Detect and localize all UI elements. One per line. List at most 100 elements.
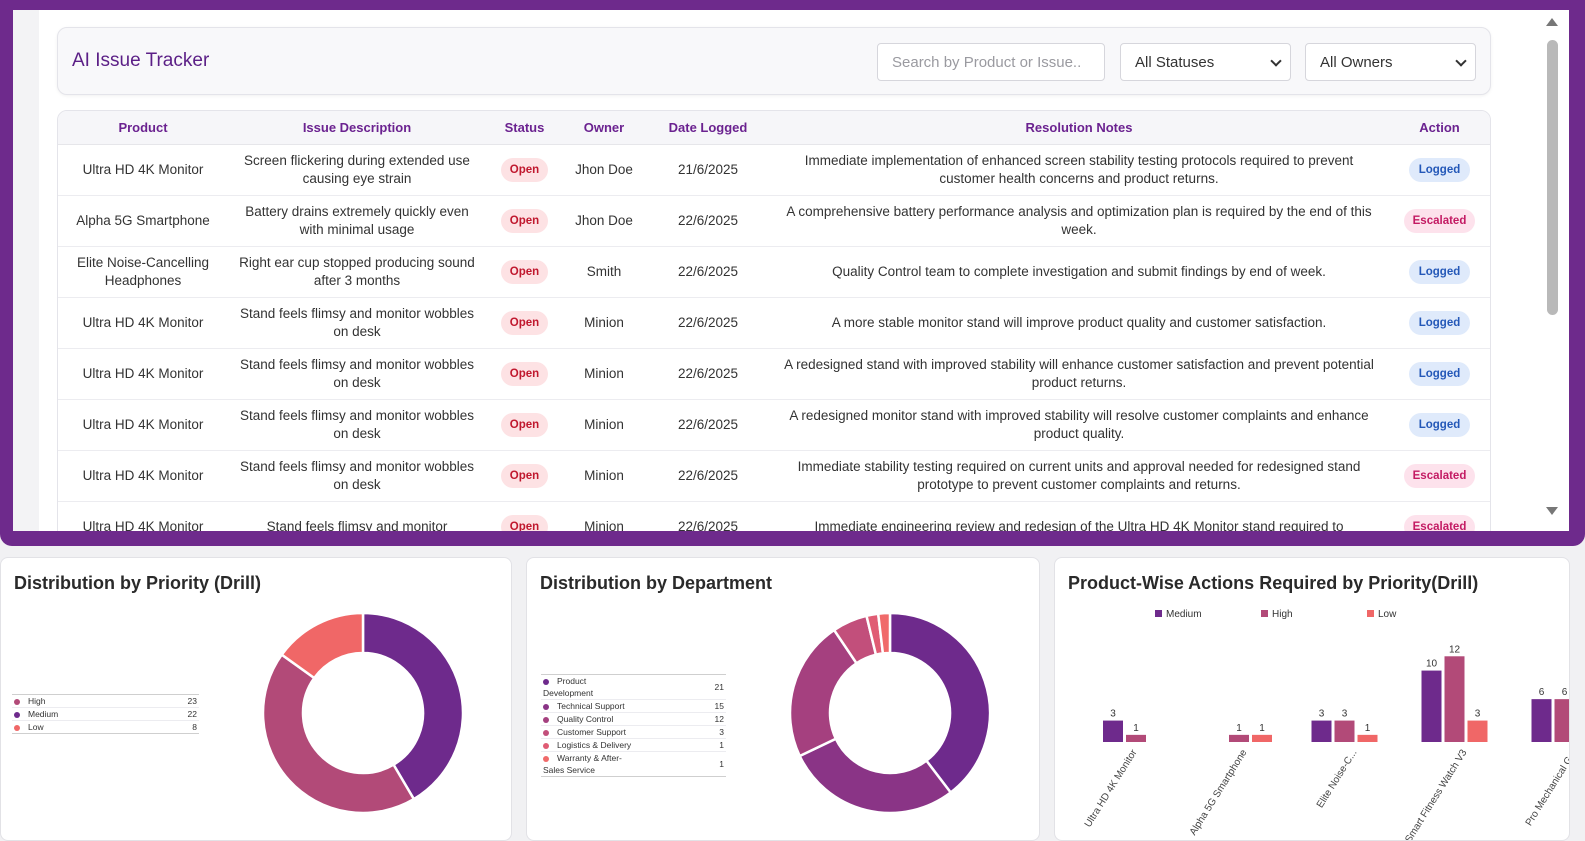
priority-slice-high[interactable] [261,652,416,815]
cell-product: Ultra HD 4K Monitor [82,161,204,177]
cell-product: Ultra HD 4K Monitor [82,518,204,532]
bar-value-label: 3 [1475,709,1481,720]
table-cell-date: 22/6/2025 [645,399,771,451]
cell-owner: Minion [584,416,624,432]
bar-low[interactable] [1467,720,1488,742]
owner-filter-select[interactable]: All Owners [1305,43,1476,81]
department-slice-product-development[interactable] [888,611,992,795]
action-badge[interactable]: Escalated [1403,514,1476,531]
scrollbar-thumb[interactable] [1547,40,1558,315]
bar-value-label: 3 [1110,709,1116,720]
chevron-down-icon [1455,55,1467,67]
action-badge[interactable]: Logged [1408,412,1471,437]
column-header-status[interactable]: Status [486,111,563,145]
table-cell-status: Open [486,501,563,531]
table-row[interactable]: Ultra HD 4K Monitor Screen flickering dur… [58,144,1490,196]
table-row[interactable]: Elite Noise-Cancelling Headphones Right e… [58,246,1490,298]
vertical-scrollbar[interactable] [1537,10,1569,531]
action-badge[interactable]: Escalated [1403,463,1476,488]
column-header-product[interactable]: Product [58,111,228,145]
chevron-down-icon [1270,55,1282,67]
bar-low[interactable] [1252,734,1272,742]
bar-low[interactable] [1357,734,1378,742]
priority-donut-chart[interactable] [1,558,512,841]
cell-date: 22/6/2025 [677,518,739,532]
cell-owner: Jhon Doe [575,161,633,177]
status-badge: Open [500,463,549,488]
table-cell-owner: Smith [563,246,645,298]
scroll-down-arrow-icon[interactable] [1546,507,1558,515]
cell-date: 22/6/2025 [677,467,739,483]
table-row[interactable]: Ultra HD 4K Monitor Stand feels flimsy an… [58,399,1490,451]
bar-medium[interactable] [1531,699,1552,742]
cell-issue: Battery drains extremely quickly even wi… [245,203,469,237]
cell-product: Alpha 5G Smartphone [76,212,210,228]
table-cell-issue: Stand feels flimsy and monitor wobbles o… [228,450,486,502]
cell-owner: Minion [584,365,624,381]
table-cell-status: Open [486,246,563,298]
action-badge[interactable]: Logged [1408,259,1471,284]
column-header-owner[interactable]: Owner [563,111,645,145]
column-header-date[interactable]: Date Logged [645,111,771,145]
bar-high[interactable] [1229,734,1249,742]
cell-date: 22/6/2025 [677,314,739,330]
column-header-notes[interactable]: Resolution Notes [771,111,1387,145]
column-header-action[interactable]: Action [1387,111,1490,145]
issues-table: Product Issue Description Status Owner D… [58,111,1490,532]
action-badge[interactable]: Logged [1408,361,1471,386]
bar-medium[interactable] [1421,670,1442,742]
table-row[interactable]: Ultra HD 4K Monitor Stand feels flimsy an… [58,501,1490,532]
cell-date: 22/6/2025 [677,416,739,432]
scroll-up-arrow-icon[interactable] [1546,18,1558,26]
action-badge[interactable]: Escalated [1403,208,1476,233]
bar-high[interactable] [1126,734,1146,742]
bar-high[interactable] [1554,699,1571,742]
department-donut-chart[interactable] [527,558,1040,841]
bar-value-label: 1 [1133,723,1139,734]
x-tick-label: Elite Noise-C... [1315,748,1360,810]
cell-issue: Right ear cup stopped producing sound af… [239,254,475,288]
table-row[interactable]: Ultra HD 4K Monitor Stand feels flimsy an… [58,348,1490,400]
table-row[interactable]: Alpha 5G Smartphone Battery drains extrem… [58,195,1490,247]
cell-product: Ultra HD 4K Monitor [82,314,204,330]
legend-swatch-icon [1367,610,1374,617]
table-cell-action: Escalated [1387,195,1490,247]
tracker-panel: AI Issue Tracker Search by Product or Is… [13,10,1569,531]
action-badge[interactable]: Logged [1408,157,1471,182]
bar-medium[interactable] [1311,720,1332,742]
bar-medium[interactable] [1103,720,1123,742]
cell-product: Ultra HD 4K Monitor [82,365,204,381]
department-slice-technical-support[interactable] [798,737,953,815]
bar-high[interactable] [1334,720,1355,742]
table-cell-owner: Jhon Doe [563,195,645,247]
bar-value-label: 1 [1259,723,1265,734]
table-cell-date: 22/6/2025 [645,246,771,298]
cell-issue: Stand feels flimsy and monitor wobbles o… [239,356,475,390]
table-cell-issue: Battery drains extremely quickly even wi… [228,195,486,247]
search-input[interactable]: Search by Product or Issue.. [877,43,1105,81]
column-header-issue[interactable]: Issue Description [228,111,486,145]
cell-issue: Stand feels flimsy and monitor wobbles o… [239,407,475,441]
table-row[interactable]: Ultra HD 4K Monitor Stand feels flimsy an… [58,297,1490,349]
product-bar-chart[interactable]: Medium High Low 3 1 Ultra HD 4K Monitor 1 1 Alph… [1055,558,1570,841]
table-cell-product: Ultra HD 4K Monitor [58,144,228,196]
legend-swatch-icon [1155,610,1162,617]
table-cell-action: Escalated [1387,501,1490,531]
table-row[interactable]: Ultra HD 4K Monitor Stand feels flimsy an… [58,450,1490,502]
table-cell-owner: Jhon Doe [563,144,645,196]
legend-label[interactable]: High [1272,609,1293,620]
bar-high[interactable] [1444,656,1465,742]
cell-date: 22/6/2025 [677,365,739,381]
legend-label[interactable]: Low [1378,609,1397,620]
action-badge[interactable]: Logged [1408,310,1471,335]
bar-value-label: 10 [1426,659,1438,670]
table-cell-notes: Immediate implementation of enhanced scr… [771,144,1387,196]
cell-product: Ultra HD 4K Monitor [82,416,204,432]
legend-label[interactable]: Medium [1166,609,1202,620]
cell-owner: Minion [584,314,624,330]
table-cell-notes: A redesigned monitor stand with improved… [771,399,1387,451]
cell-date: 21/6/2025 [677,161,739,177]
status-filter-select[interactable]: All Statuses [1120,43,1291,81]
table-cell-product: Ultra HD 4K Monitor [58,501,228,531]
table-cell-product: Ultra HD 4K Monitor [58,348,228,400]
